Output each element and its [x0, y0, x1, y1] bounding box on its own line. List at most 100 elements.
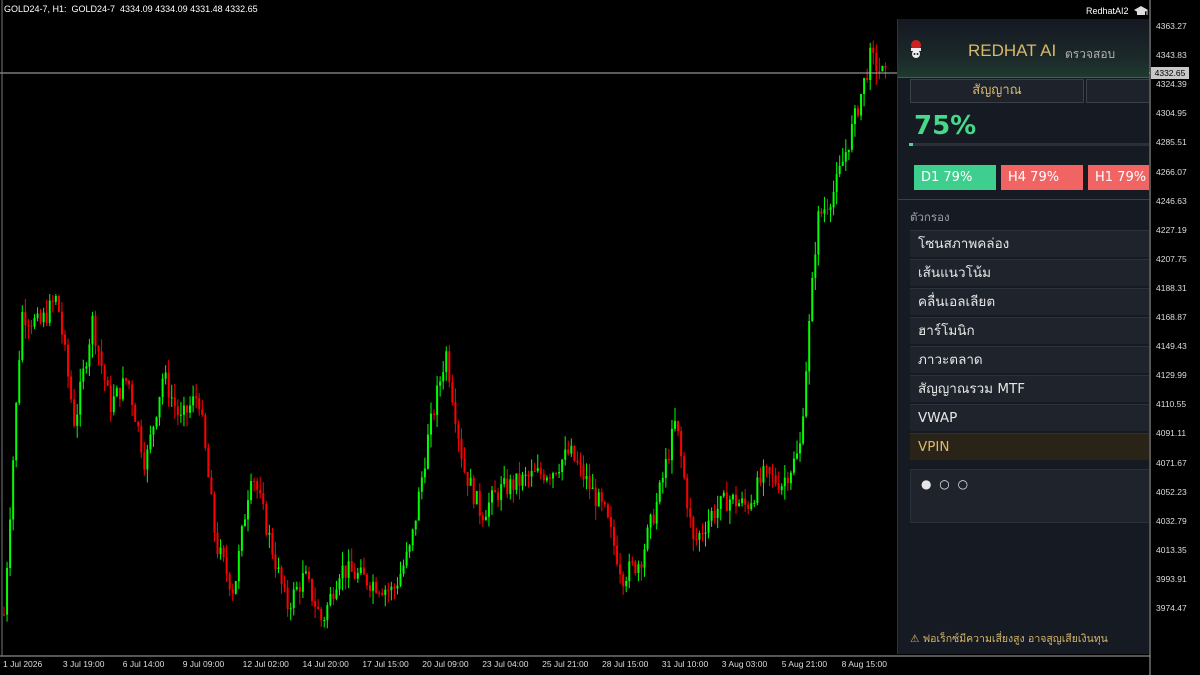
candle-body [829, 207, 832, 211]
filter-item[interactable]: ฮาร์โมนิก [910, 317, 1149, 344]
filter-item[interactable]: โซนสภาพคล่อง [910, 230, 1149, 257]
confidence-progress-fill [909, 143, 913, 146]
candle-body [253, 481, 256, 483]
candle-body [353, 571, 356, 579]
candle-body [45, 312, 48, 323]
candle-body [155, 417, 158, 427]
time-axis-label: 31 Jul 10:00 [661, 659, 709, 669]
candle-body [817, 211, 820, 255]
time-axis-label: 28 Jul 15:00 [602, 659, 649, 669]
candle-body [814, 254, 817, 278]
candle-body [131, 384, 134, 405]
candle-body [774, 475, 777, 484]
candle-body [250, 481, 253, 501]
candle-body [158, 397, 161, 418]
candle-body [860, 94, 863, 116]
filter-item[interactable]: VPIN [910, 433, 1149, 460]
candle-body [567, 449, 570, 454]
candle-body [661, 477, 664, 483]
candle-body [152, 426, 155, 435]
pagination-box[interactable]: ● ○ ○ [910, 469, 1149, 523]
candle-body [680, 431, 683, 457]
candle-body [189, 405, 192, 413]
candle-body [67, 344, 70, 377]
candle-body [582, 464, 585, 480]
candle-body [536, 468, 539, 472]
candle-body [664, 459, 667, 478]
candle-body [872, 47, 875, 53]
candle-body [542, 474, 545, 481]
confidence-value: 75% [914, 111, 977, 141]
candle-body [216, 532, 219, 555]
candle-body [606, 504, 609, 518]
graduation-hat-icon[interactable] [1134, 6, 1148, 17]
candle-body [585, 475, 588, 480]
candle-body [750, 503, 753, 510]
candle-body [304, 571, 307, 574]
candle-body [518, 473, 521, 486]
timeframe-badge-h4[interactable]: H4 79% [1001, 165, 1083, 190]
candle-body [140, 426, 143, 453]
candle-body [823, 209, 826, 214]
filter-item[interactable]: เส้นแนวโน้ม [910, 259, 1149, 286]
candle-body [881, 66, 884, 72]
candle-body [771, 473, 774, 476]
timeframe-badge-d1[interactable]: D1 79% [914, 165, 996, 190]
candle-body [710, 510, 713, 521]
price-axis-label: 4071.67 [1156, 457, 1187, 468]
robot-logo-icon [911, 40, 921, 58]
candle-body [112, 396, 115, 413]
candle-body [82, 368, 85, 382]
time-axis-label: 23 Jul 04:00 [482, 659, 529, 669]
filter-item[interactable]: สัญญาณรวม MTF [910, 375, 1149, 402]
candle-body [201, 409, 204, 416]
candle-body [603, 501, 606, 505]
time-axis-label: 12 Jul 02:00 [242, 659, 289, 669]
candle-body [576, 460, 579, 463]
candle-body [426, 434, 429, 469]
candle-body [271, 532, 274, 555]
candle-body [472, 477, 475, 505]
candle-body [552, 473, 554, 479]
time-axis-label: 14 Jul 20:00 [302, 659, 349, 669]
candle-body [57, 295, 60, 312]
timeframe-badge-h1[interactable]: H1 79% [1088, 165, 1149, 190]
candle-body [91, 315, 94, 345]
candle-body [545, 477, 548, 481]
filter-item[interactable]: VWAP [910, 404, 1149, 431]
candle-body [219, 547, 222, 555]
candle-body [649, 514, 652, 528]
filter-item[interactable]: คลื่นเอลเลียต [910, 288, 1149, 315]
candle-body [414, 520, 417, 530]
candle-body [268, 532, 271, 535]
price-axis-label: 4052.23 [1156, 486, 1187, 497]
candle-body [503, 478, 506, 485]
price-axis-label: 4304.95 [1156, 108, 1187, 119]
candle-body [539, 468, 542, 475]
candle-body [799, 443, 802, 454]
filter-item[interactable]: ภาวะตลาด [910, 346, 1149, 373]
candle-body [204, 415, 207, 448]
candle-body [667, 459, 670, 461]
candle-body [295, 586, 298, 590]
candle-body [573, 445, 576, 461]
tab-signal[interactable]: สัญญาณ [910, 79, 1084, 103]
candle-body [478, 491, 481, 516]
candle-body [118, 387, 121, 400]
candle-body [21, 312, 24, 361]
candle-body [301, 573, 304, 592]
pagination-dots[interactable]: ● ○ ○ [921, 477, 970, 491]
candle-body [207, 447, 210, 478]
candle-body [728, 499, 731, 511]
candle-body [506, 478, 509, 495]
tab-secondary[interactable] [1086, 79, 1149, 103]
time-axis-label: 9 Jul 09:00 [182, 659, 225, 669]
time-axis-label: 3 Aug 03:00 [721, 659, 768, 669]
price-axis-label: 4207.75 [1156, 253, 1187, 264]
filter-section-title: ตัวกรอง [910, 210, 950, 224]
candle-body [128, 380, 131, 385]
candle-body [439, 381, 442, 386]
candle-body [94, 315, 97, 347]
candle-body [850, 124, 853, 150]
candle-body [323, 620, 326, 622]
